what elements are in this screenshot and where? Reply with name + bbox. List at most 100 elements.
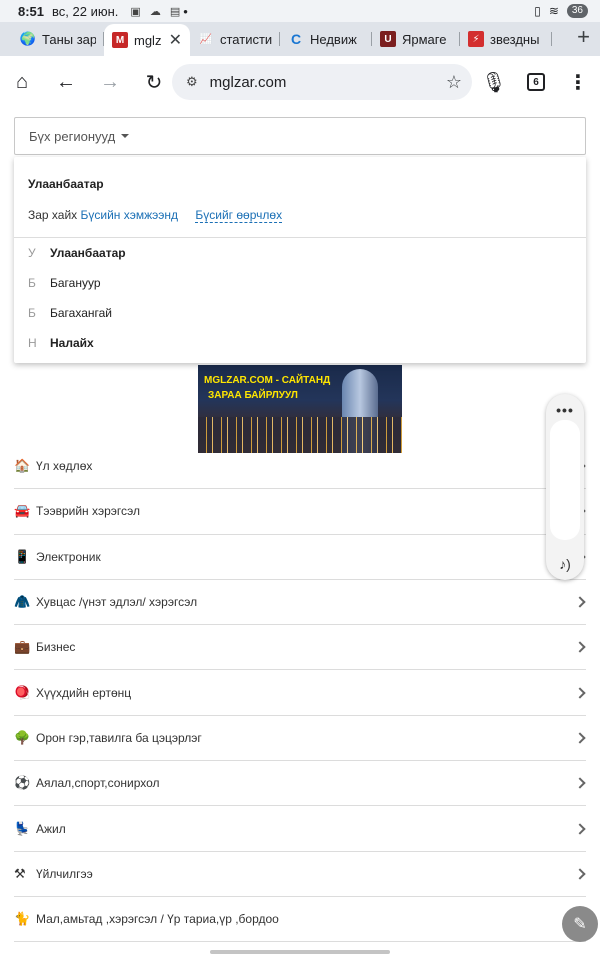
tab-title: Недвиж <box>310 31 357 47</box>
search-prefix: Зар хайх <box>28 208 78 222</box>
region-letter: Б <box>28 306 36 320</box>
chevron-right-icon <box>574 868 586 880</box>
chevron-right-icon <box>574 686 586 699</box>
category-label: Бизнес <box>36 640 76 655</box>
gesture-bar <box>210 950 390 954</box>
tab-4[interactable]: C Недвиж <box>280 25 372 53</box>
category-item[interactable]: 💼 Бизнес <box>14 625 586 671</box>
reload-icon[interactable]: ↻ <box>132 60 176 104</box>
tab-3[interactable]: 📈 статисти <box>190 25 280 53</box>
m-logo-icon: M <box>112 32 128 48</box>
chevron-right-icon <box>574 732 586 744</box>
region-letter: У <box>28 246 36 260</box>
promo-banner[interactable]: MGLZAR.COM - САЙТАНД ЗАРАА БАЙРЛУУЛ <box>198 365 402 453</box>
region-dropdown: Улаанбаатар Зар хайх Бүсийн хэмжээнд Бүс… <box>14 157 586 363</box>
menu-dots-icon[interactable]: ⋮ <box>556 60 600 104</box>
tree-icon: 🌳 <box>14 729 31 745</box>
cat-icon: 🐈 <box>14 911 31 927</box>
banner-line-2: ЗАРАА БАЙРЛУУЛ <box>208 390 298 401</box>
category-label: Тээврийн хэрэгсэл <box>36 504 141 519</box>
address-bar[interactable]: ⚙ mglzar.com ☆ <box>172 64 472 100</box>
category-label: Электроник <box>36 549 101 564</box>
globe-icon: 🌍 <box>19 31 37 46</box>
category-label: Үйлчилгээ <box>36 866 93 881</box>
search-region-link[interactable]: Бүсийн хэмжээнд <box>81 208 179 222</box>
tab-strip: 🌍 Таны зар M mglzar ✕ 📈 статисти C Недви… <box>0 22 600 56</box>
chevron-right-icon <box>574 641 586 653</box>
tab-switcher-button[interactable]: 6 <box>514 60 558 104</box>
region-name: Улаанбаатар <box>50 246 126 260</box>
phone-icon: 📱 <box>14 548 31 564</box>
category-item[interactable]: ⚽ Аялал,спорт,сонирхол <box>14 761 586 807</box>
panel-body <box>550 420 580 540</box>
category-item[interactable]: 🐈 Мал,амьтад ,хэрэгсэл / Үр тариа,үр ,бо… <box>14 897 586 943</box>
region-option[interactable]: Б Багануур <box>28 276 101 290</box>
tab-count: 6 <box>527 73 545 91</box>
speaker-icon[interactable]: ♪) <box>546 556 584 572</box>
region-select[interactable]: Бүх регионууд <box>14 117 586 155</box>
wifi-icon: ≋ <box>548 4 559 18</box>
category-label: Ажил <box>36 821 66 836</box>
change-region-link[interactable]: Бүсийг өөрчлөх <box>195 208 283 223</box>
back-icon[interactable]: ← <box>44 60 88 104</box>
new-tab-icon[interactable]: + <box>577 24 590 50</box>
clothing-icon: 🧥 <box>14 594 31 610</box>
u-logo-icon: U <box>380 31 396 47</box>
category-item[interactable]: 💺 Ажил <box>14 806 586 852</box>
site-settings-icon[interactable]: ⚙ <box>186 74 198 90</box>
battery-indicator: 36 <box>566 4 588 18</box>
bookmark-star-icon[interactable]: ☆ <box>446 72 462 93</box>
car-icon: 🚘 <box>14 503 31 519</box>
dropdown-divider <box>14 237 586 238</box>
tab-title: mglzar <box>134 32 161 48</box>
category-item[interactable]: 🏠 Үл хөдлөх <box>14 444 586 490</box>
category-item[interactable]: ⚒ Үйлчилгээ <box>14 852 586 897</box>
category-label: Орон гэр,тавилга ба цэцэрлэг <box>36 730 202 745</box>
chevron-right-icon <box>574 822 586 835</box>
category-label: Хувцас /үнэт эдлэл/ хэрэгсэл <box>36 595 198 610</box>
tab-title: статисти <box>220 31 272 47</box>
tools-icon: ⚒ <box>14 865 26 881</box>
home-icon[interactable]: ⌂ <box>0 60 44 104</box>
soccer-ball-icon: ⚽ <box>14 775 31 791</box>
category-item[interactable]: 🧥 Хувцас /үнэт эдлэл/ хэрэгсэл <box>14 580 586 626</box>
caret-down-icon <box>121 134 130 138</box>
region-name: Багануур <box>50 276 101 290</box>
more-dots-icon[interactable]: ••• <box>546 402 584 418</box>
tab-2-active[interactable]: M mglzar ✕ <box>104 24 190 56</box>
url-text[interactable]: mglzar.com <box>210 74 446 91</box>
dropdown-links: Зар хайх Бүсийн хэмжээнд Бүсийг өөрчлөх <box>28 208 283 223</box>
tab-title: Ярмаге <box>402 31 447 47</box>
tab-5[interactable]: U Ярмаге <box>372 25 460 53</box>
close-tab-icon[interactable]: ✕ <box>169 30 182 50</box>
status-bar: 8:51 вс, 22 июн. ▣ ☁ ▤ • ▯ ≋ 36 <box>0 0 600 22</box>
edit-pencil-icon[interactable]: ✎ <box>562 906 598 942</box>
category-item[interactable]: 🚘 Тээврийн хэрэгсэл <box>14 489 586 535</box>
status-time: 8:51 <box>18 3 45 19</box>
region-option[interactable]: Б Багахангай <box>28 306 112 320</box>
c-logo-icon: C <box>290 31 302 47</box>
category-item[interactable]: 📱 Электроник <box>14 535 586 580</box>
region-letter: Б <box>28 276 36 290</box>
house-icon: 🏠 <box>14 458 31 474</box>
chart-icon: 📈 <box>199 33 213 45</box>
status-date: вс, 22 июн. <box>52 3 119 19</box>
category-list: 🏠 Үл хөдлөх 🚘 Тээврийн хэрэгсэл 📱 Электр… <box>14 444 586 943</box>
work-icon: 💺 <box>14 820 31 836</box>
chevron-right-icon <box>574 596 586 608</box>
tab-6[interactable]: ⚡ звездны <box>460 25 552 53</box>
region-option[interactable]: У Улаанбаатар <box>28 246 126 260</box>
tab-1[interactable]: 🌍 Таны зар <box>12 25 104 53</box>
region-name: Багахангай <box>50 306 112 320</box>
browser-toolbar: ⌂ ← → ↻ ⚙ mglzar.com ☆ 🎙 6 ⋮ <box>0 56 600 108</box>
forward-icon[interactable]: → <box>88 60 132 104</box>
banner-line-1: MGLZAR.COM - САЙТАНД <box>204 375 331 386</box>
category-label: Аялал,спорт,сонирхол <box>36 776 160 791</box>
category-item[interactable]: 🪀 Хүүхдийн ертөнц <box>14 670 586 716</box>
floating-panel[interactable]: ••• ♪) <box>546 394 584 580</box>
region-option[interactable]: Н Налайх <box>28 336 94 350</box>
category-label: Мал,амьтад ,хэрэгсэл / Үр тариа,үр ,борд… <box>36 912 279 927</box>
category-item[interactable]: 🌳 Орон гэр,тавилга ба цэцэрлэг <box>14 716 586 762</box>
microphone-icon[interactable]: 🎙 <box>472 60 516 104</box>
vibrate-icon: ▯ <box>534 4 541 18</box>
